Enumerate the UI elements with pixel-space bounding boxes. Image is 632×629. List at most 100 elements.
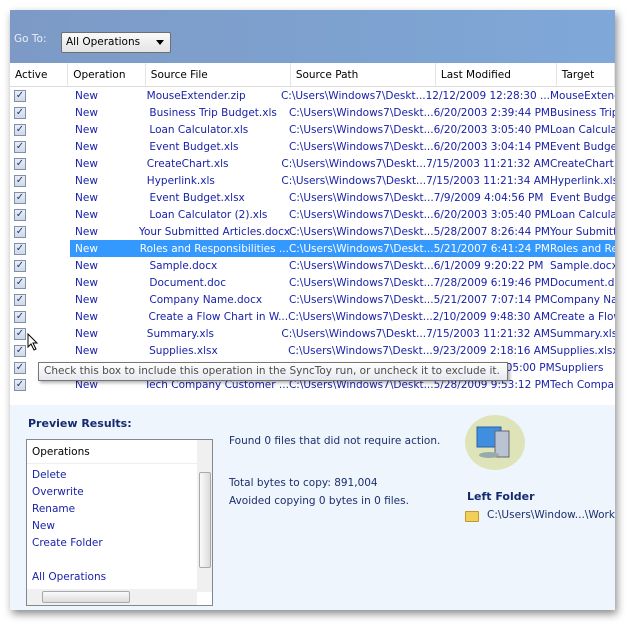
last-modified-cell: 6/20/2003 3:05:40 PM	[433, 208, 550, 221]
source-path-cell: C:\Users\Windows7\Deskt...	[288, 293, 434, 306]
row-content: New Event Budget.xlsx C:\Users\Windows7\…	[70, 189, 615, 206]
mouse-cursor-icon	[27, 333, 39, 351]
horizontal-scrollbar[interactable]	[27, 589, 197, 605]
target-cell: Company Name.docx	[550, 293, 615, 306]
table-row[interactable]: ✓ New Hyperlink.xls C:\Users\Windows7\De…	[10, 172, 615, 189]
target-cell: Supplies.xlsx	[550, 344, 615, 357]
active-checkbox[interactable]: ✓	[14, 106, 26, 119]
operation-filter-create-folder[interactable]: Create Folder	[27, 536, 212, 553]
tooltip: Check this box to include this operation…	[38, 362, 508, 381]
column-header-active[interactable]: Active	[10, 63, 69, 86]
target-cell: Event Budget.xlsx	[550, 191, 615, 204]
source-file-cell: Supplies.xlsx	[149, 344, 218, 357]
active-checkbox[interactable]: ✓	[14, 123, 26, 136]
table-row[interactable]: ✓ New Create a Flow Chart in W... C:\Use…	[10, 308, 615, 325]
active-checkbox[interactable]: ✓	[14, 89, 26, 102]
scrollbar-thumb[interactable]	[199, 472, 211, 568]
vertical-scrollbar[interactable]	[197, 440, 212, 592]
last-modified-cell: 7/9/2009 4:04:56 PM	[433, 191, 544, 204]
column-header-target[interactable]: Target	[557, 63, 615, 86]
target-cell: Summary.xls	[550, 327, 615, 340]
column-header-source-path[interactable]: Source Path	[291, 63, 436, 86]
table-row[interactable]: ✓ New CreateChart.xls C:\Users\Windows7\…	[10, 155, 615, 172]
active-checkbox[interactable]: ✓	[14, 157, 26, 170]
operation-filter-delete[interactable]: Delete	[27, 468, 212, 485]
target-cell: Create a Flow Chart	[550, 310, 615, 323]
row-content: New CreateChart.xls C:\Users\Windows7\De…	[70, 155, 615, 172]
active-cell: ✓	[10, 327, 70, 340]
active-checkbox[interactable]: ✓	[14, 208, 26, 221]
row-content: New Loan Calculator (2).xls C:\Users\Win…	[70, 206, 615, 223]
operations-list: Operations Delete Overwrite Rename New C…	[26, 439, 213, 606]
left-folder-label: Left Folder	[467, 490, 535, 503]
active-checkbox[interactable]: ✓	[14, 327, 26, 340]
row-content: New Roles and Responsibilities ... C:\Us…	[70, 240, 615, 257]
operation-filter-rename[interactable]: Rename	[27, 502, 212, 519]
operation-cell: New	[75, 140, 98, 153]
grid-header: Active Operation Source File Source Path…	[10, 63, 615, 87]
operations-list-header[interactable]: Operations	[27, 440, 197, 464]
active-checkbox[interactable]: ✓	[14, 276, 26, 289]
table-row[interactable]: ✓ New Business Trip Budget.xls C:\Users\…	[10, 104, 615, 121]
goto-dropdown[interactable]: All Operations	[61, 32, 171, 53]
table-row[interactable]: ✓ New Loan Calculator (2).xls C:\Users\W…	[10, 206, 615, 223]
last-modified-cell: 5/21/2007 6:41:24 PM	[433, 242, 550, 255]
table-row[interactable]: ✓ New Roles and Responsibilities ... C:\…	[10, 240, 615, 257]
found-summary: Found 0 files that did not require actio…	[229, 435, 441, 447]
active-checkbox[interactable]: ✓	[14, 378, 26, 391]
active-checkbox[interactable]: ✓	[14, 191, 26, 204]
operation-cell: New	[75, 174, 98, 187]
source-file-cell: Summary.xls	[146, 327, 214, 340]
table-row[interactable]: ✓ New MouseExtender.zip C:\Users\Windows…	[10, 87, 615, 104]
column-header-last-modified[interactable]: Last Modified	[436, 63, 557, 86]
target-cell: Hyperlink.xls	[550, 174, 615, 187]
active-checkbox[interactable]: ✓	[14, 259, 26, 272]
row-content: New Summary.xls C:\Users\Windows7\Deskt.…	[70, 325, 615, 342]
table-row[interactable]: ✓ New Company Name.docx C:\Users\Windows…	[10, 291, 615, 308]
table-row[interactable]: ✓ New Event Budget.xls C:\Users\Windows7…	[10, 138, 615, 155]
last-modified-cell: 6/1/2009 9:20:22 PM	[433, 259, 544, 272]
active-checkbox[interactable]: ✓	[14, 140, 26, 153]
active-checkbox[interactable]: ✓	[14, 242, 26, 255]
table-row[interactable]: ✓ New Summary.xls C:\Users\Windows7\Desk…	[10, 325, 615, 342]
scrollbar-thumb[interactable]	[42, 591, 130, 603]
source-file-cell: Hyperlink.xls	[146, 174, 215, 187]
operation-filter-overwrite[interactable]: Overwrite	[27, 485, 212, 502]
table-row[interactable]: ✓ New Sample.docx C:\Users\Windows7\Desk…	[10, 257, 615, 274]
table-row[interactable]: ✓ New Loan Calculator.xls C:\Users\Windo…	[10, 121, 615, 138]
source-path-cell: C:\Users\Windows7\Deskt...	[288, 225, 434, 238]
row-content: New Sample.docx C:\Users\Windows7\Deskt.…	[70, 257, 615, 274]
operation-filter-all[interactable]: All Operations	[27, 570, 212, 587]
source-path-cell: C:\Users\Windows7\Deskt...	[281, 174, 427, 187]
active-cell: ✓	[10, 310, 70, 323]
row-content: New Supplies.xlsx C:\Users\Windows7\Desk…	[70, 342, 615, 359]
active-checkbox[interactable]: ✓	[14, 225, 26, 238]
row-content: New Business Trip Budget.xls C:\Users\Wi…	[70, 104, 615, 121]
active-cell: ✓	[10, 208, 70, 221]
table-row[interactable]: ✓ New Document.doc C:\Users\Windows7\Des…	[10, 274, 615, 291]
last-modified-cell: 7/28/2009 6:19:46 PM	[433, 276, 550, 289]
active-checkbox[interactable]: ✓	[14, 293, 26, 306]
source-path-cell: C:\Users\Windows7\Deskt...	[288, 140, 434, 153]
column-header-operation[interactable]: Operation	[68, 63, 146, 86]
active-checkbox[interactable]: ✓	[14, 310, 26, 323]
active-checkbox[interactable]: ✓	[14, 344, 26, 357]
target-cell: Suppliers	[554, 361, 604, 374]
source-file-cell: Event Budget.xlsx	[149, 191, 245, 204]
source-file-cell: Company Name.docx	[149, 293, 263, 306]
operations-grid: Active Operation Source File Source Path…	[10, 63, 615, 405]
source-path-cell: C:\Users\Windows7\Deskt...	[281, 327, 427, 340]
active-checkbox[interactable]: ✓	[14, 361, 26, 374]
active-checkbox[interactable]: ✓	[14, 174, 26, 187]
column-header-source-file[interactable]: Source File	[146, 63, 291, 86]
table-row[interactable]: ✓ New Event Budget.xlsx C:\Users\Windows…	[10, 189, 615, 206]
source-path-cell: C:\Users\Windows7\Deskt...	[281, 157, 427, 170]
avoided-copying: Avoided copying 0 bytes in 0 files.	[229, 495, 409, 507]
operation-filter-new[interactable]: New	[27, 519, 212, 536]
goto-label: Go To:	[14, 33, 47, 45]
last-modified-cell: 2/10/2009 9:48:30 AM	[432, 310, 550, 323]
table-row[interactable]: ✓ New Supplies.xlsx C:\Users\Windows7\De…	[10, 342, 615, 359]
table-row[interactable]: ✓ New Your Submitted Articles.docx C:\Us…	[10, 223, 615, 240]
operation-cell: New	[75, 259, 98, 272]
preview-results-title: Preview Results:	[28, 417, 132, 430]
